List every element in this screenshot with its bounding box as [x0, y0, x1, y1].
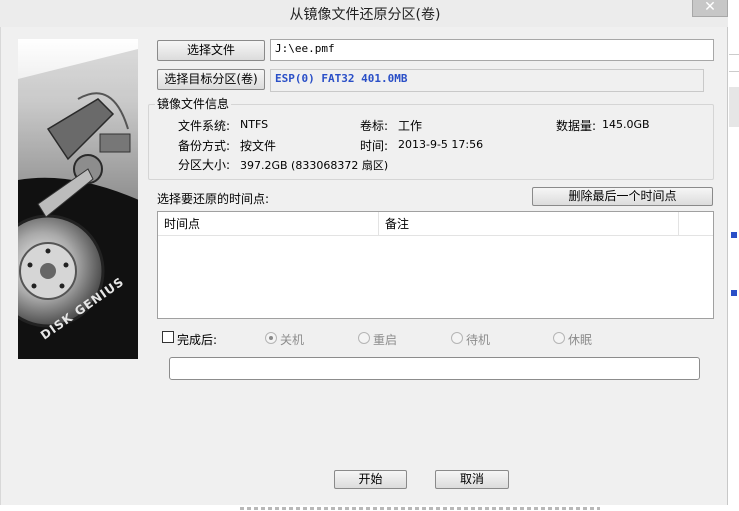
select-file-button[interactable]: 选择文件 — [157, 40, 265, 61]
partition-size-label: 分区大小: — [178, 158, 231, 172]
radio-hibernate[interactable] — [553, 332, 565, 344]
logo-panel: DISK GENIUS — [18, 39, 138, 359]
progress-bar — [169, 357, 700, 380]
radio-restart-label: 重启 — [373, 333, 398, 347]
time-value: 2013-9-5 17:56 — [398, 138, 484, 151]
background-window-edge — [729, 27, 739, 511]
start-button[interactable]: 开始 — [334, 470, 407, 489]
radio-standby-label: 待机 — [466, 333, 491, 347]
radio-shutdown[interactable] — [265, 332, 277, 344]
backup-mode-value: 按文件 — [240, 139, 277, 153]
background-scroll — [729, 87, 739, 127]
radio-hibernate-label: 休眠 — [568, 333, 593, 347]
delete-last-timepoint-button[interactable]: 删除最后一个时间点 — [532, 187, 713, 206]
column-header-filler — [679, 212, 713, 236]
background-text-fragment — [240, 507, 600, 510]
filesystem-label: 文件系统: — [178, 119, 231, 133]
time-label: 时间: — [360, 139, 389, 153]
completion-label: 完成后: — [177, 333, 218, 347]
radio-standby[interactable] — [451, 332, 463, 344]
background-blue-mark — [731, 232, 737, 238]
background-blue-mark-2 — [731, 290, 737, 296]
target-partition-field: ESP(0) FAT32 401.0MB — [270, 69, 704, 92]
column-header-note[interactable]: 备注 — [379, 212, 679, 236]
data-size-label: 数据量: — [556, 119, 597, 133]
close-icon: ✕ — [704, 0, 716, 15]
data-size-value: 145.0GB — [602, 118, 650, 131]
radio-shutdown-label: 关机 — [280, 333, 305, 347]
file-path-input[interactable]: J:\ee.pmf — [270, 39, 714, 61]
completion-checkbox[interactable] — [162, 331, 174, 343]
cancel-button[interactable]: 取消 — [435, 470, 509, 489]
window-title: 从镜像文件还原分区(卷) — [289, 7, 441, 23]
partition-size-value: 397.2GB (833068372 扇区) — [240, 159, 389, 172]
volume-label-label: 卷标: — [360, 119, 389, 133]
radio-restart[interactable] — [358, 332, 370, 344]
background-window-bottom — [0, 505, 739, 511]
backup-mode-label: 备份方式: — [178, 139, 231, 153]
background-divider — [729, 54, 739, 72]
volume-label-value: 工作 — [398, 119, 423, 133]
image-info-title: 镜像文件信息 — [155, 95, 232, 112]
close-button[interactable]: ✕ — [692, 0, 728, 17]
column-header-timepoint[interactable]: 时间点 — [158, 212, 379, 236]
select-target-partition-button[interactable]: 选择目标分区(卷) — [157, 69, 265, 90]
timepoints-list[interactable]: 时间点 备注 — [157, 211, 714, 319]
timepoints-label: 选择要还原的时间点: — [157, 192, 270, 206]
filesystem-value: NTFS — [240, 118, 269, 131]
